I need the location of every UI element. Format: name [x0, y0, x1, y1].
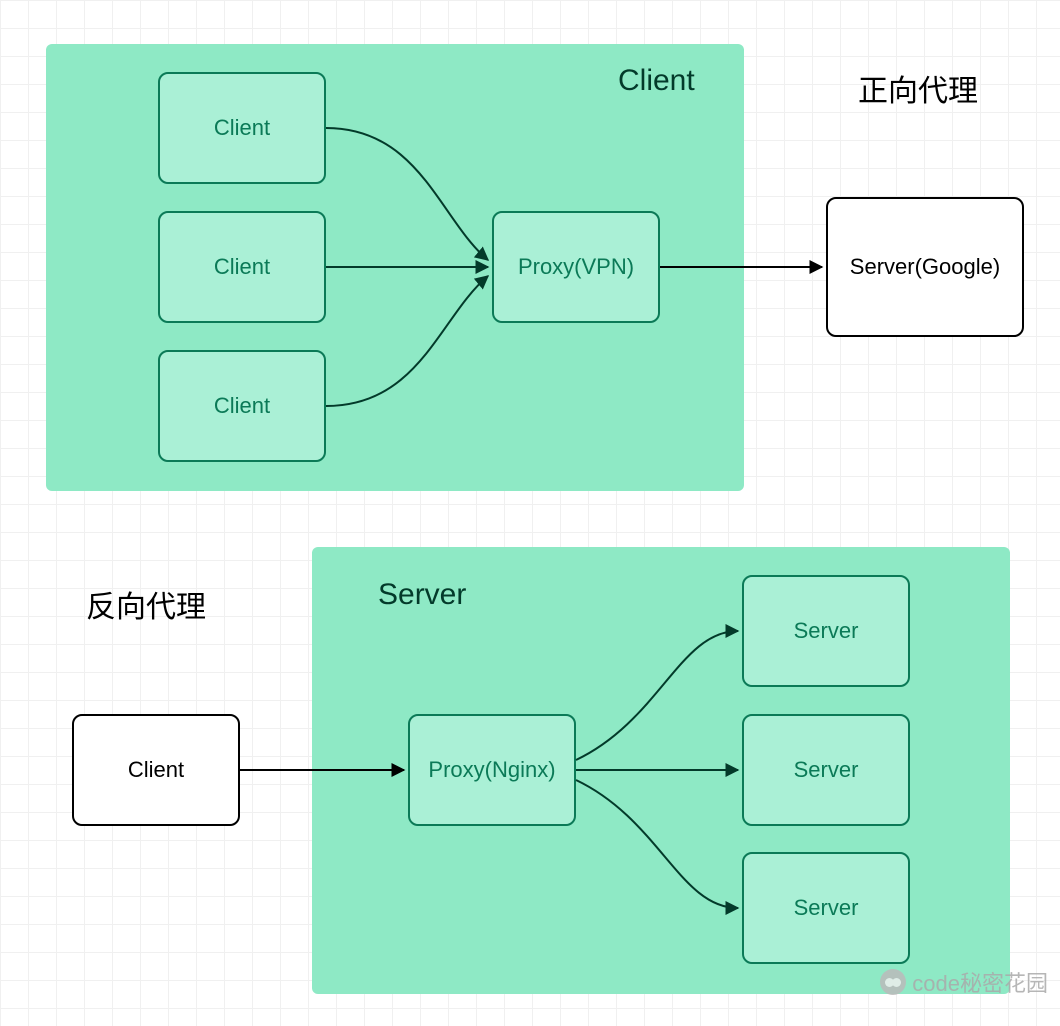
reverse-server-3: Server: [742, 852, 910, 964]
reverse-server-2: Server: [742, 714, 910, 826]
forward-server-node: Server(Google): [826, 197, 1024, 337]
forward-client-2-label: Client: [214, 254, 270, 280]
watermark: code秘密花园: [880, 966, 1048, 998]
forward-client-1: Client: [158, 72, 326, 184]
reverse-proxy-node: Proxy(Nginx): [408, 714, 576, 826]
reverse-client-node: Client: [72, 714, 240, 826]
reverse-client-label: Client: [128, 757, 184, 783]
watermark-text: code秘密花园: [912, 966, 1048, 998]
forward-proxy-title: 正向代理: [858, 66, 978, 110]
reverse-server-1: Server: [742, 575, 910, 687]
forward-group-title: Client: [618, 64, 695, 98]
forward-client-2: Client: [158, 211, 326, 323]
forward-client-3-label: Client: [214, 393, 270, 419]
wechat-icon: [880, 969, 906, 995]
reverse-server-3-label: Server: [794, 895, 859, 921]
reverse-proxy-title: 反向代理: [86, 582, 206, 626]
reverse-server-1-label: Server: [794, 618, 859, 644]
forward-proxy-node: Proxy(VPN): [492, 211, 660, 323]
reverse-proxy-label: Proxy(Nginx): [428, 757, 555, 783]
forward-client-1-label: Client: [214, 115, 270, 141]
forward-server-label: Server(Google): [850, 254, 1000, 280]
forward-proxy-label: Proxy(VPN): [518, 254, 634, 280]
forward-client-3: Client: [158, 350, 326, 462]
reverse-server-2-label: Server: [794, 757, 859, 783]
reverse-group-title: Server: [378, 578, 466, 612]
